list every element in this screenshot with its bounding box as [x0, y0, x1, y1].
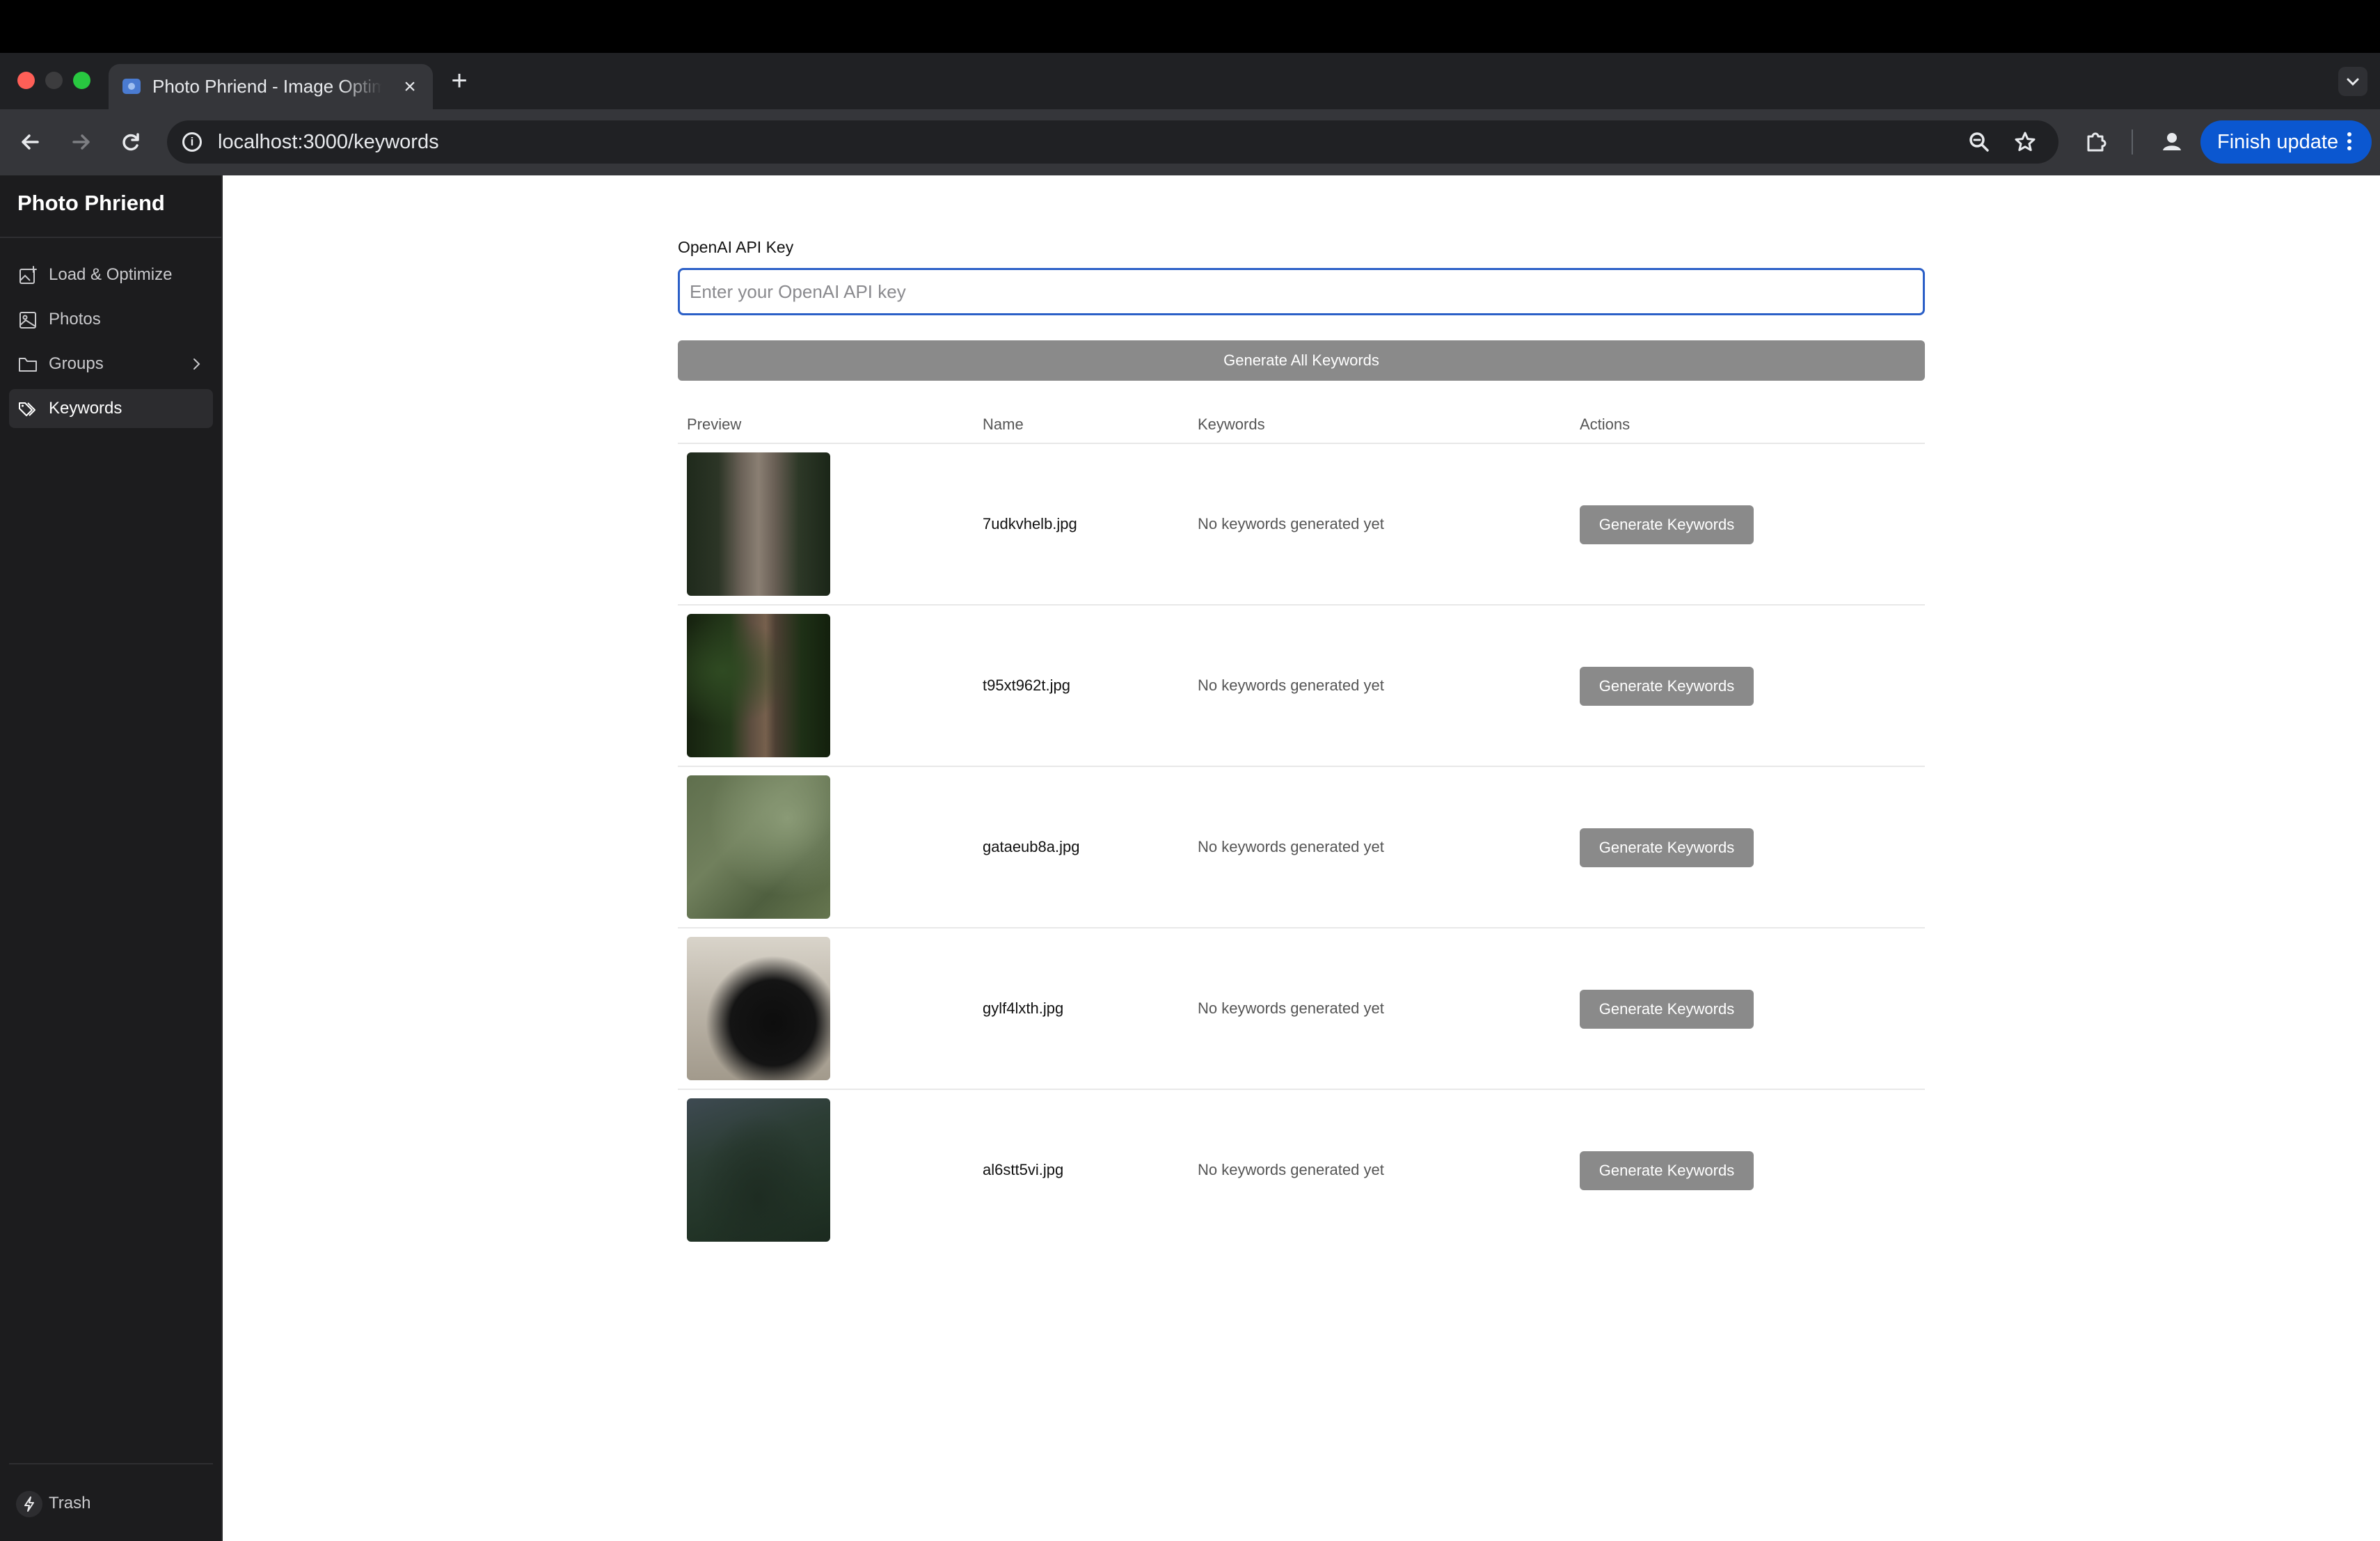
toolbar-separator [2132, 129, 2133, 155]
photo-thumbnail [687, 614, 830, 757]
top-black-bar [0, 0, 2380, 53]
window-zoom-button[interactable] [73, 72, 90, 89]
generate-keywords-button[interactable]: Generate Keywords [1580, 828, 1754, 867]
window-minimize-button[interactable] [45, 72, 63, 89]
sidebar-item-label: Keywords [49, 399, 122, 418]
chevron-right-icon[interactable] [188, 356, 205, 372]
photo-thumbnail [687, 452, 830, 596]
column-header-keywords: Keywords [1198, 416, 1265, 433]
person-icon [2163, 133, 2181, 150]
address-bar[interactable] [167, 120, 2058, 164]
table-row: t95xt962t.jpg No keywords generated yet … [678, 606, 1925, 767]
trash-label: Trash [49, 1494, 91, 1512]
sidebar-bottom-divider [9, 1463, 213, 1464]
reload-button[interactable] [114, 125, 148, 159]
column-header-preview: Preview [687, 416, 742, 433]
finish-update-button[interactable]: Finish update [2200, 120, 2372, 164]
folder-icon [19, 358, 37, 372]
app-title: Photo Phriend [17, 191, 165, 215]
arrow-right-icon [72, 134, 90, 150]
back-button[interactable] [14, 125, 47, 159]
sidebar: Photo Phriend Load & Optimize Photos Gro… [0, 175, 223, 1541]
photo-name: al6stt5vi.jpg [983, 1161, 1064, 1178]
photo-keywords: No keywords generated yet [1198, 999, 1384, 1017]
puzzle-icon [2087, 132, 2107, 152]
tab-search-button[interactable] [2338, 67, 2367, 96]
tab-close-icon[interactable]: × [399, 77, 420, 97]
api-key-input[interactable] [678, 268, 1925, 315]
table-header: Preview Name Keywords Actions [678, 405, 1925, 444]
star-icon [2015, 132, 2036, 152]
sidebar-item-label: Groups [49, 354, 104, 373]
url-text[interactable]: localhost:3000/keywords [218, 120, 439, 164]
zoom-button[interactable] [1962, 125, 1996, 159]
sidebar-item-label: Photos [49, 310, 101, 329]
tab-title: Photo Phriend - Image Optimizer [152, 64, 382, 109]
bolt-icon [24, 1496, 34, 1512]
table-row: al6stt5vi.jpg No keywords generated yet … [678, 1090, 1925, 1251]
api-key-label: OpenAI API Key [678, 238, 794, 256]
reload-icon [122, 133, 139, 151]
sidebar-item-keywords[interactable]: Keywords [9, 389, 213, 428]
site-info-icon[interactable]: i [182, 132, 202, 152]
photo-name: t95xt962t.jpg [983, 677, 1070, 694]
sidebar-item-load-optimize[interactable]: Load & Optimize [9, 255, 213, 294]
new-tab-button[interactable]: + [445, 67, 473, 95]
generate-all-keywords-button[interactable]: Generate All Keywords [678, 340, 1925, 381]
trash-badge [16, 1491, 42, 1517]
sidebar-item-groups[interactable]: Groups [9, 345, 213, 384]
generate-keywords-button[interactable]: Generate Keywords [1580, 990, 1754, 1029]
browser-tab[interactable]: Photo Phriend - Image Optimizer × [109, 64, 433, 109]
sidebar-item-trash[interactable]: Trash [9, 1484, 213, 1523]
photo-thumbnail [687, 1098, 830, 1242]
tags-icon [19, 402, 35, 416]
camera-favicon-icon [122, 79, 141, 94]
image-plus-icon [19, 266, 37, 284]
column-header-actions: Actions [1580, 416, 1631, 433]
sidebar-item-label: Load & Optimize [49, 265, 173, 284]
photo-keywords: No keywords generated yet [1198, 515, 1384, 532]
photo-keywords: No keywords generated yet [1198, 838, 1384, 855]
photo-name: gataeub8a.jpg [983, 838, 1080, 855]
sidebar-divider [0, 237, 221, 238]
forward-button[interactable] [64, 125, 97, 159]
column-header-name: Name [983, 416, 1024, 433]
generate-keywords-button[interactable]: Generate Keywords [1580, 667, 1754, 706]
bookmark-button[interactable] [2008, 125, 2042, 159]
generate-keywords-button[interactable]: Generate Keywords [1580, 1151, 1754, 1190]
table-row: 7udkvhelb.jpg No keywords generated yet … [678, 444, 1925, 606]
extensions-button[interactable] [2079, 125, 2112, 159]
photo-name: gylf4lxth.jpg [983, 999, 1064, 1017]
table-row: gataeub8a.jpg No keywords generated yet … [678, 767, 1925, 928]
finish-update-label: Finish update [2217, 131, 2339, 153]
photo-thumbnail [687, 937, 830, 1080]
photo-thumbnail [687, 775, 830, 919]
magnifier-icon [1969, 132, 1989, 152]
sidebar-item-photos[interactable]: Photos [9, 300, 213, 339]
table-row: gylf4lxth.jpg No keywords generated yet … [678, 928, 1925, 1090]
chevron-down-icon [2347, 78, 2359, 86]
arrow-left-icon [22, 134, 39, 150]
main-content: OpenAI API Key Generate All Keywords Pre… [223, 175, 2380, 1541]
photo-keywords: No keywords generated yet [1198, 1161, 1384, 1178]
profile-button[interactable] [2156, 126, 2188, 158]
more-vert-icon[interactable] [2347, 132, 2352, 152]
generate-keywords-button[interactable]: Generate Keywords [1580, 505, 1754, 544]
window-close-button[interactable] [17, 72, 35, 89]
image-icon [19, 312, 36, 329]
photo-keywords: No keywords generated yet [1198, 677, 1384, 694]
photo-name: 7udkvhelb.jpg [983, 515, 1077, 532]
